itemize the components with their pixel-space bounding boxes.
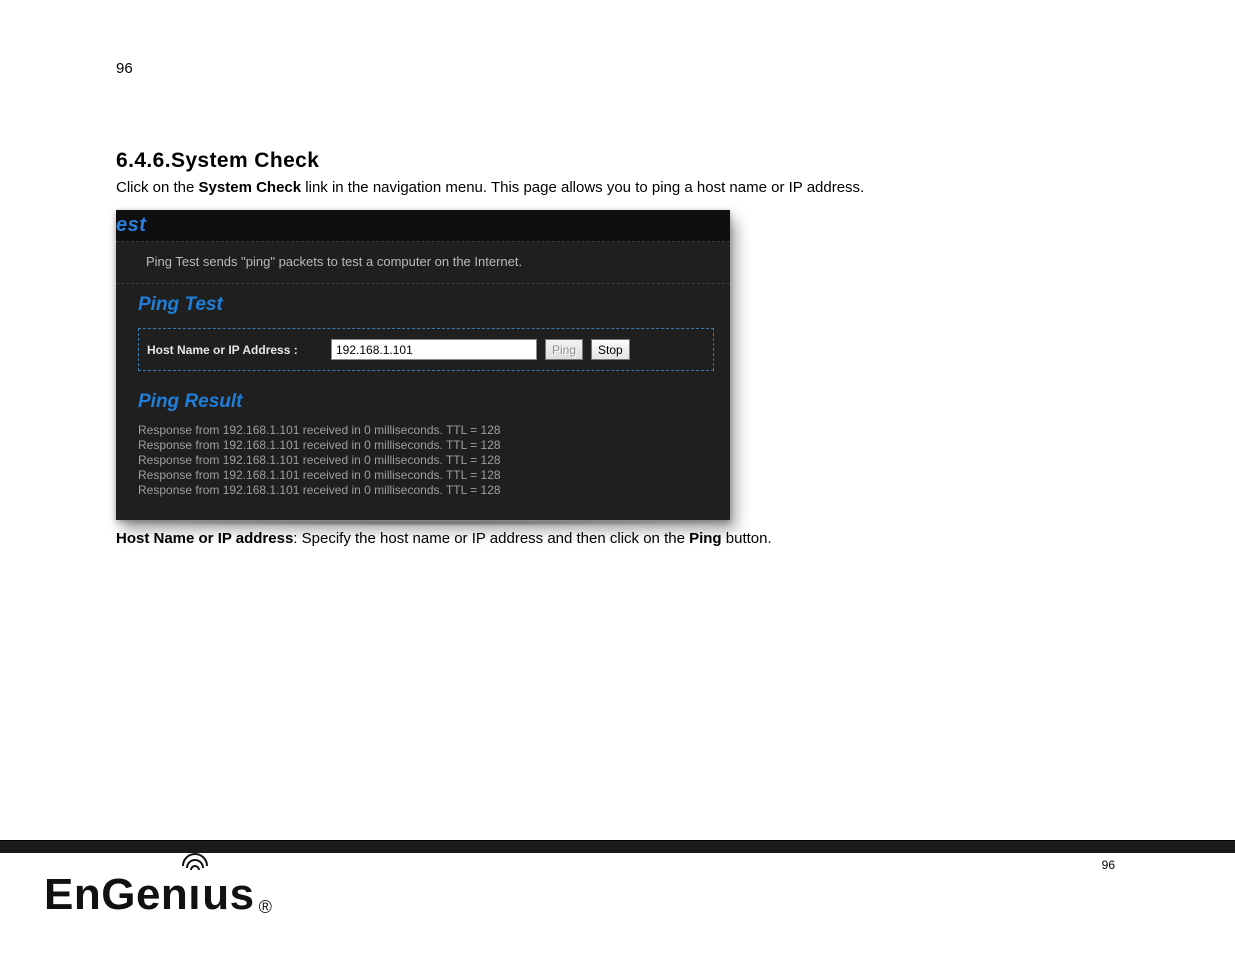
ping-test-heading: Ping Test [116,284,730,322]
wifi-icon [182,852,208,870]
result-line: Response from 192.168.1.101 received in … [138,438,730,453]
ping-form-row: Host Name or IP Address : Ping Stop [138,328,714,371]
host-input[interactable] [331,339,537,360]
screenshot-panel: est Ping Test sends "ping" packets to te… [116,210,730,520]
ping-result-block: Response from 192.168.1.101 received in … [116,419,730,498]
page-footer: 96 EnGen ı us® [0,840,1235,954]
intro-bold: System Check [199,179,302,196]
host-label: Host Name or IP Address : [147,343,323,357]
caption-mid: : Specify the host name or IP address an… [293,530,689,547]
result-line: Response from 192.168.1.101 received in … [138,483,730,498]
result-line: Response from 192.168.1.101 received in … [138,453,730,468]
brand-logo: EnGen ı us® [44,870,272,920]
brand-i-icon: ı [188,870,202,920]
section-heading: 6.4.6.System Check [116,149,1100,173]
brand-text-part1: EnGen [44,870,188,920]
page-number-footer: 96 [1102,858,1115,872]
caption-text: Host Name or IP address: Specify the hos… [116,530,1100,547]
panel-description: Ping Test sends "ping" packets to test a… [116,242,730,284]
ping-button[interactable]: Ping [545,339,583,360]
result-line: Response from 192.168.1.101 received in … [138,468,730,483]
brand-text-part2: us [202,870,254,920]
intro-post: link in the navigation menu. This page a… [301,179,864,196]
panel-shadow [116,520,735,526]
page-number-top: 96 [116,60,1100,77]
intro-pre: Click on the [116,179,199,196]
caption-end: button. [722,530,772,547]
stop-button[interactable]: Stop [591,339,630,360]
intro-text: Click on the System Check link in the na… [116,179,1100,196]
panel-title: est [116,210,730,242]
caption-bold-2: Ping [689,530,722,547]
registered-icon: ® [259,897,272,918]
caption-bold-1: Host Name or IP address [116,530,293,547]
ping-result-heading: Ping Result [116,381,730,419]
result-line: Response from 192.168.1.101 received in … [138,423,730,438]
